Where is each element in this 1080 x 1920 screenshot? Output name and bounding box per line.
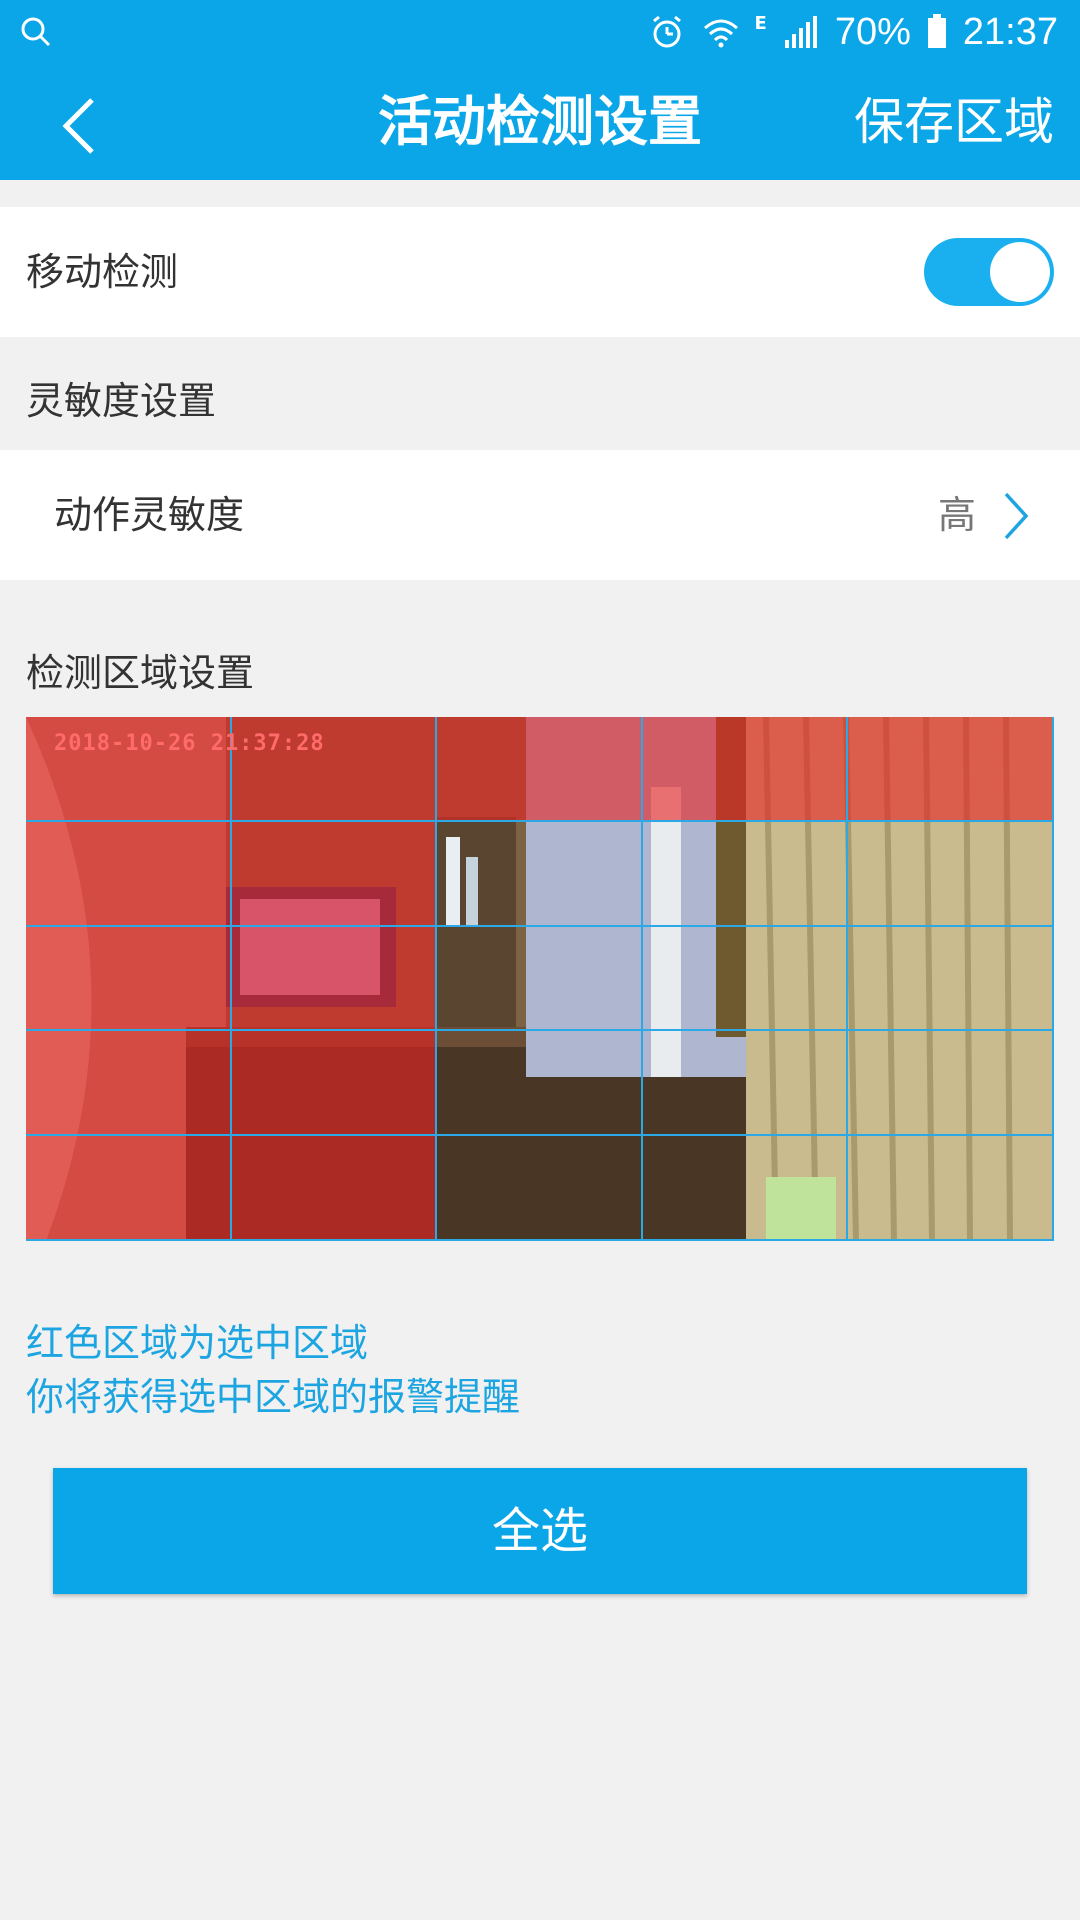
hint-line-2: 你将获得选中区域的报警提醒 (26, 1375, 521, 1419)
grid-cell[interactable] (642, 1136, 849, 1241)
grid-cell[interactable] (642, 1031, 849, 1137)
hint-line-1: 红色区域为选中区域 (26, 1321, 369, 1365)
grid-cell[interactable] (642, 717, 849, 822)
alarm-icon (652, 15, 681, 48)
grid-cell[interactable] (437, 1136, 643, 1241)
grid-cell[interactable] (231, 1031, 438, 1137)
action-sensitivity-value: 高 (937, 493, 976, 537)
search-icon[interactable] (16, 12, 56, 52)
status-bar: E 70% 21:37 (0, 0, 1080, 64)
area-section-title: 检测区域设置 (26, 651, 255, 695)
grid-cell[interactable] (437, 717, 643, 822)
grid-cell[interactable] (437, 1031, 643, 1137)
grid-cell[interactable] (437, 821, 643, 927)
motion-detection-label: 移动检测 (26, 250, 179, 294)
clock: 21:37 (962, 10, 1058, 53)
detection-area-grid (26, 717, 1054, 1241)
network-type-label: E (754, 12, 767, 34)
grid-cell[interactable] (642, 926, 849, 1032)
grid-cell[interactable] (231, 821, 438, 927)
grid-cell[interactable] (26, 926, 232, 1032)
chevron-right-icon (1004, 492, 1029, 540)
select-all-button[interactable]: 全选 (53, 1468, 1027, 1594)
action-sensitivity-label: 动作灵敏度 (54, 493, 245, 537)
grid-cell[interactable] (848, 821, 1054, 927)
camera-timestamp: 2018-10-26 21:37:28 (54, 731, 325, 756)
app-bar: 活动检测设置 保存区域 (0, 64, 1080, 180)
grid-cell[interactable] (231, 1136, 438, 1241)
toggle-knob (990, 242, 1050, 302)
grid-cell[interactable] (437, 926, 643, 1032)
battery-percent: 70% (834, 10, 911, 53)
motion-detection-row: 移动检测 (0, 207, 1080, 337)
grid-cell[interactable] (848, 1136, 1054, 1241)
wifi-icon (703, 19, 738, 48)
motion-detection-toggle[interactable] (924, 238, 1054, 306)
sensitivity-section-title: 灵敏度设置 (26, 379, 217, 423)
grid-cell[interactable] (26, 821, 232, 927)
grid-cell[interactable] (642, 821, 849, 927)
grid-cell[interactable] (848, 717, 1054, 822)
back-arrow-icon[interactable] (48, 86, 128, 166)
grid-cell[interactable] (848, 926, 1054, 1032)
battery-icon (927, 14, 946, 48)
camera-preview: 2018-10-26 21:37:28 (26, 717, 1054, 1241)
grid-cell[interactable] (848, 1031, 1054, 1137)
signal-icon (784, 16, 817, 48)
action-sensitivity-row[interactable]: 动作灵敏度 高 (0, 450, 1080, 580)
grid-cell[interactable] (26, 1031, 232, 1137)
save-area-button[interactable]: 保存区域 (854, 64, 1054, 180)
grid-cell[interactable] (231, 926, 438, 1032)
grid-cell[interactable] (26, 1136, 232, 1241)
